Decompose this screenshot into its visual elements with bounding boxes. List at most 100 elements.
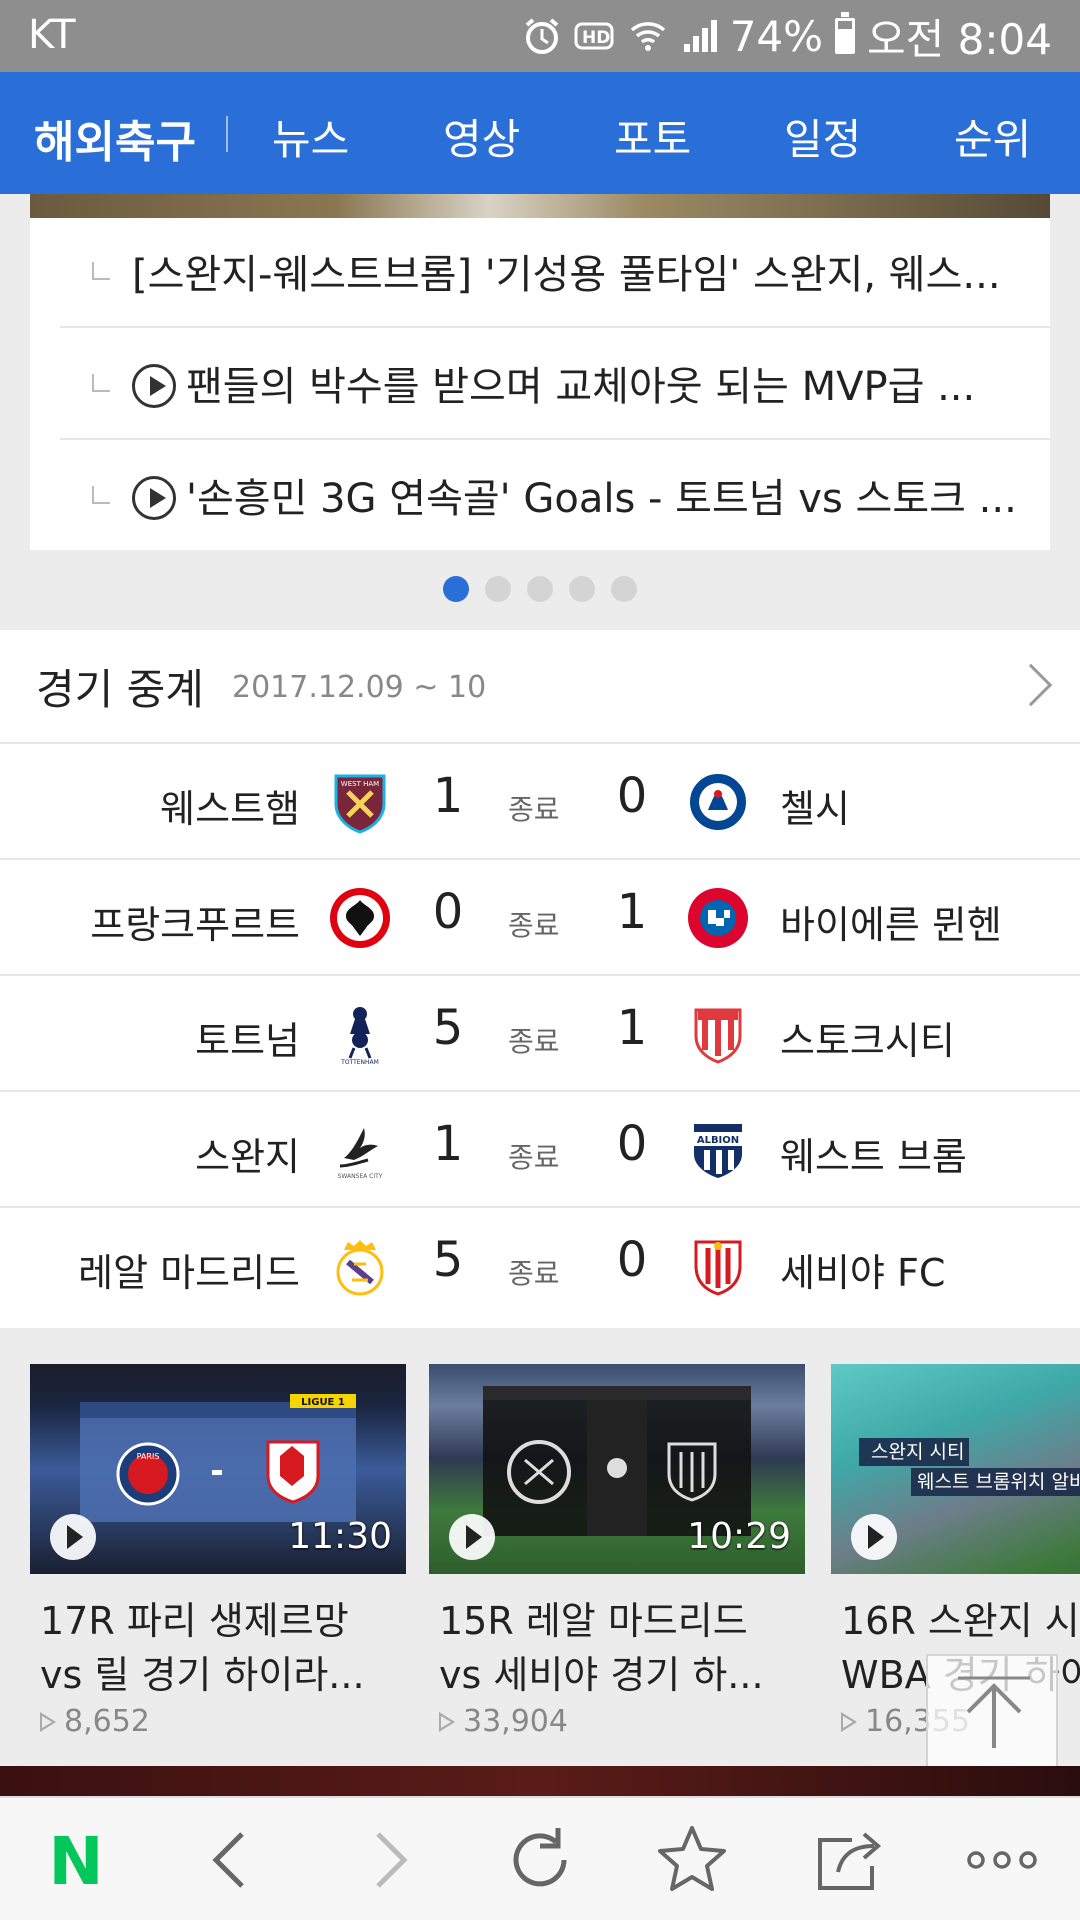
svg-text:ALBION: ALBION	[697, 1135, 739, 1146]
hd-icon: HD	[574, 22, 614, 50]
views-play-icon	[40, 1711, 56, 1732]
psg-crest-text: PARIS	[137, 1452, 160, 1461]
carousel-pagination	[0, 576, 1080, 602]
bookmark-button[interactable]	[652, 1820, 732, 1900]
match-row[interactable]: 프랑크푸르트 0 종료 1 바이에른 뮌헨	[0, 860, 1080, 976]
away-team: 세비야 FC	[780, 1251, 946, 1295]
chelsea-crest-icon	[688, 772, 748, 832]
clock: 오전 8:04	[867, 14, 1052, 64]
away-score: 0	[616, 768, 648, 824]
play-icon[interactable]	[449, 1514, 495, 1560]
status-icons: HD 74% 오전 8:04	[522, 10, 1052, 64]
play-icon[interactable]	[851, 1514, 897, 1560]
west-brom-crest-icon: ALBION	[694, 1124, 742, 1178]
video-thumbnail[interactable]: 스완지 시티 웨스트 브롬위치 알비온	[831, 1364, 1080, 1574]
video-card[interactable]: LIGUE 1 PARIS 11:30 17R 파리 생제르망 vs 릴 경기 …	[30, 1364, 406, 1739]
home-score: 5	[432, 1000, 464, 1056]
west-ham-crest-icon: WEST HAM	[334, 774, 386, 834]
more-menu-button[interactable]	[962, 1820, 1042, 1900]
video-duration: 10:29	[687, 1516, 791, 1557]
more-icon	[967, 1851, 1037, 1869]
swansea-crest-icon: SWANSEA CITY	[338, 1128, 383, 1180]
carousel-dot[interactable]	[485, 576, 511, 602]
away-score: 0	[616, 1116, 648, 1172]
home-score: 1	[432, 1116, 464, 1172]
away-team: 스토크시티	[780, 1019, 955, 1063]
news-card: [스완지-웨스트브롬] '기성용 풀타임' 스완지, 웨스... 팬들의 박수를…	[30, 194, 1050, 550]
news-item[interactable]: 팬들의 박수를 받으며 교체아웃 되는 MVP급 ...	[60, 330, 1050, 440]
chevron-right-icon[interactable]	[1009, 663, 1053, 707]
match-status: 종료	[508, 1025, 560, 1058]
refresh-icon	[513, 1828, 567, 1887]
alarm-icon	[525, 18, 558, 54]
home-score: 5	[432, 1232, 464, 1288]
real-madrid-crest-icon	[336, 1240, 384, 1296]
share-icon	[818, 1832, 882, 1890]
naver-logo: N	[48, 1823, 103, 1900]
forward-button[interactable]	[350, 1820, 430, 1900]
svg-text:WEST HAM: WEST HAM	[341, 780, 379, 788]
reply-corner-icon	[92, 486, 110, 504]
play-icon	[132, 476, 176, 520]
news-headline[interactable]: 팬들의 박수를 받으며 교체아웃 되는 MVP급 ...	[186, 354, 1044, 412]
carousel-dot[interactable]	[443, 576, 469, 602]
away-team: 첼시	[780, 787, 850, 831]
away-score: 1	[616, 884, 648, 940]
news-item[interactable]: '손흥민 3G 연속골' Goals - 토트넘 vs 스토크 ...	[60, 442, 1050, 552]
video-title[interactable]: 17R 파리 생제르망 vs 릴 경기 하이라...	[30, 1594, 406, 1702]
overlay-team-text: 스완지 시티	[871, 1441, 964, 1463]
video-thumbnail[interactable]: 10:29	[429, 1364, 805, 1574]
video-title[interactable]: 15R 레알 마드리드 vs 세비야 경기 하...	[429, 1594, 805, 1702]
back-button[interactable]	[190, 1820, 270, 1900]
reply-corner-icon	[92, 374, 110, 392]
news-item[interactable]: [스완지-웨스트브롬] '기성용 풀타임' 스완지, 웨스...	[60, 218, 1050, 328]
wifi-icon	[630, 22, 665, 51]
tab-schedule[interactable]: 일정	[784, 106, 861, 167]
refresh-button[interactable]	[500, 1820, 580, 1900]
match-row[interactable]: 레알 마드리드 5 종료 0 세비야 FC	[0, 1208, 1080, 1324]
match-center-date: 2017.12.09 ~ 10	[232, 670, 487, 705]
tottenham-crest-icon: TOTTENHAM	[340, 1007, 379, 1066]
reply-corner-icon	[92, 262, 110, 280]
home-team: 웨스트햄	[160, 787, 300, 831]
carousel-dot[interactable]	[527, 576, 553, 602]
home-team: 토트넘	[195, 1019, 300, 1063]
scroll-to-top-button[interactable]	[926, 1654, 1058, 1772]
tab-video[interactable]: 영상	[443, 106, 520, 167]
news-headline[interactable]: [스완지-웨스트브롬] '기성용 풀타임' 스완지, 웨스...	[132, 242, 1044, 300]
carousel-dot[interactable]	[569, 576, 595, 602]
naver-home-button[interactable]: N	[36, 1820, 116, 1900]
match-status: 종료	[508, 909, 560, 942]
svg-text:TOTTENHAM: TOTTENHAM	[340, 1059, 379, 1066]
status-bar: KT HD 74% 오전 8:04	[0, 0, 1080, 72]
carrier-label: KT	[28, 12, 76, 58]
share-button[interactable]	[808, 1820, 888, 1900]
match-row[interactable]: 웨스트햄 WEST HAM 1 종료 0 첼시	[0, 744, 1080, 860]
tab-standings[interactable]: 순위	[954, 106, 1031, 167]
carousel-dot[interactable]	[611, 576, 637, 602]
match-row[interactable]: 토트넘 TOTTENHAM 5 종료 1 스토크시티	[0, 976, 1080, 1092]
video-thumbnail[interactable]: LIGUE 1 PARIS 11:30	[30, 1364, 406, 1574]
match-center-header[interactable]: 경기 중계 2017.12.09 ~ 10	[0, 630, 1080, 744]
match-center: 경기 중계 2017.12.09 ~ 10 웨스트햄 WEST HAM 1 종료…	[0, 630, 1080, 1328]
video-carousel[interactable]: LIGUE 1 PARIS 11:30 17R 파리 생제르망 vs 릴 경기 …	[0, 1328, 1080, 1766]
match-row[interactable]: 스완지 SWANSEA CITY 1 종료 0 ALBION 웨스트 브롬	[0, 1092, 1080, 1208]
svg-text:HD: HD	[582, 28, 610, 48]
signal-icon	[683, 20, 717, 52]
views-play-icon	[439, 1711, 455, 1732]
video-card[interactable]: 10:29 15R 레알 마드리드 vs 세비야 경기 하... 33,904	[429, 1364, 805, 1739]
section-title[interactable]: 해외축구	[34, 106, 196, 170]
news-headline[interactable]: '손흥민 3G 연속골' Goals - 토트넘 vs 스토크 ...	[186, 466, 1044, 524]
news-photo[interactable]	[30, 194, 1050, 218]
bayern-crest-icon	[688, 888, 748, 948]
section-nav: 해외축구 뉴스 영상 포토 일정 순위	[0, 72, 1080, 194]
nav-divider	[226, 116, 228, 152]
video-views: 33,904	[429, 1704, 805, 1739]
play-icon[interactable]	[50, 1514, 96, 1560]
tab-photo[interactable]: 포토	[614, 106, 691, 167]
battery-icon	[835, 12, 856, 54]
home-score: 1	[432, 768, 464, 824]
match-status: 종료	[508, 793, 560, 826]
tab-news[interactable]: 뉴스	[272, 106, 349, 167]
home-team: 레알 마드리드	[78, 1251, 300, 1295]
